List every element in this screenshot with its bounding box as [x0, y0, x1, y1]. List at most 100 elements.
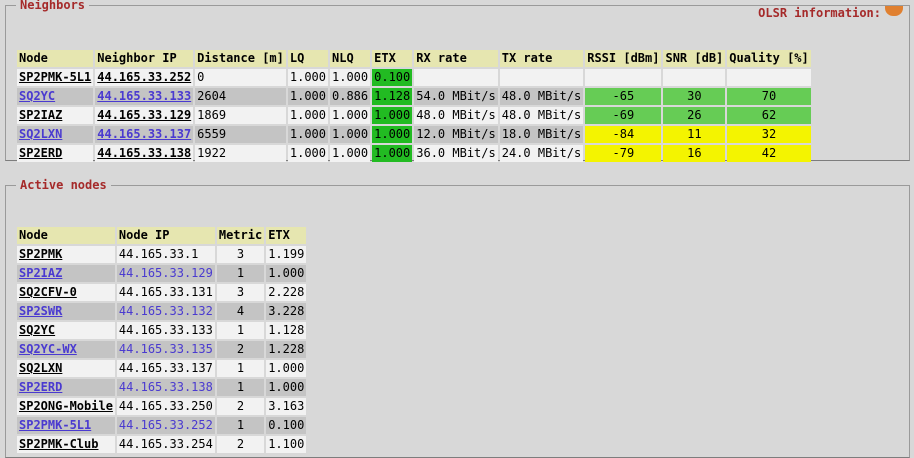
- neighbor-tx-rate: 18.0 MBit/s: [499, 126, 584, 143]
- neighbor-ip-cell: 44.165.33.138: [95, 145, 194, 162]
- neighbors-legend: Neighbors: [20, 0, 86, 12]
- active-node-etx: 1.228: [266, 341, 307, 358]
- active-node-link[interactable]: SP2ERD: [19, 380, 62, 394]
- active-nodes-header-row: Node Node IP Metric ETX: [17, 227, 307, 244]
- neighbor-distance: 1922: [195, 145, 286, 162]
- neighbor-node-link[interactable]: SQ2YC: [19, 89, 55, 103]
- active-node-cell: SP2PMK-5L1: [17, 417, 115, 434]
- neighbor-node-link[interactable]: SP2IAZ: [19, 108, 62, 122]
- neighbor-ip-link[interactable]: 44.165.33.137: [97, 127, 191, 141]
- active-node-metric: 2: [216, 398, 265, 415]
- active-node-row: SP2SWR 44.165.33.132 4 3.228: [17, 303, 307, 320]
- neighbor-rx-rate: [414, 69, 498, 86]
- active-node-link[interactable]: SQ2CFV-0: [19, 285, 77, 299]
- neighbor-lq: 1.000: [287, 88, 328, 105]
- neighbor-ip-cell: 44.165.33.133: [95, 88, 194, 105]
- neighbor-tx-rate: 48.0 MBit/s: [499, 88, 584, 105]
- neighbors-column-header: Node: [17, 50, 94, 67]
- neighbor-node-link[interactable]: SP2PMK-5L1: [19, 70, 91, 84]
- active-node-row: SP2IAZ 44.165.33.129 1 1.000: [17, 265, 307, 282]
- active-node-link[interactable]: SQ2YC-WX: [19, 342, 77, 356]
- active-node-metric: 1: [216, 360, 265, 377]
- neighbors-table: Node Neighbor IP Distance [m] LQ NLQ ETX RX ra…: [15, 48, 813, 164]
- neighbors-column-header: ETX: [372, 50, 413, 67]
- neighbor-node-cell: SP2PMK-5L1: [17, 69, 94, 86]
- neighbor-nlq: 1.000: [330, 69, 371, 86]
- neighbor-distance: 6559: [195, 126, 286, 143]
- active-node-row: SQ2YC-WX 44.165.33.135 2 1.228: [17, 341, 307, 358]
- neighbor-rssi: [585, 69, 662, 86]
- active-node-link[interactable]: SP2ONG-Mobile: [19, 399, 113, 413]
- neighbor-ip-link[interactable]: 44.165.33.129: [97, 108, 191, 122]
- neighbor-ip-link[interactable]: 44.165.33.138: [97, 146, 191, 160]
- active-node-ip: 44.165.33.250: [116, 398, 215, 415]
- neighbor-snr: [663, 69, 726, 86]
- active-node-metric: 2: [216, 341, 265, 358]
- active-node-cell: SP2SWR: [17, 303, 115, 320]
- neighbor-quality: 42: [727, 145, 811, 162]
- active-node-metric: 1: [216, 417, 265, 434]
- active-nodes-legend: Active nodes: [20, 178, 107, 192]
- active-node-row: SP2ERD 44.165.33.138 1 1.000: [17, 379, 307, 396]
- neighbors-column-header: LQ: [287, 50, 328, 67]
- active-node-etx: 1.100: [266, 436, 307, 453]
- neighbors-column-header: NLQ: [330, 50, 371, 67]
- neighbor-lq: 1.000: [287, 145, 328, 162]
- neighbor-snr: 16: [663, 145, 726, 162]
- active-node-cell: SP2ONG-Mobile: [17, 398, 115, 415]
- active-node-ip: 44.165.33.129: [116, 265, 215, 282]
- active-node-metric: 3: [216, 284, 265, 301]
- active-node-link[interactable]: SQ2LXN: [19, 361, 62, 375]
- active-node-link[interactable]: SP2PMK-Club: [19, 437, 98, 451]
- active-node-row: SP2PMK 44.165.33.1 3 1.199: [17, 246, 307, 263]
- active-node-cell: SQ2YC: [17, 322, 115, 339]
- active-node-cell: SQ2LXN: [17, 360, 115, 377]
- neighbor-ip-cell: 44.165.33.129: [95, 107, 194, 124]
- neighbor-row: SP2ERD 44.165.33.138 1922 1.000 1.000 1.000 36…: [17, 145, 811, 162]
- neighbor-snr: 26: [663, 107, 726, 124]
- active-node-etx: 1.000: [266, 265, 307, 282]
- active-nodes-table: Node Node IP Metric ETX SP2PMK 44.165.33.1 3 1…: [15, 225, 308, 455]
- neighbor-rssi: -65: [585, 88, 662, 105]
- active-node-link[interactable]: SP2PMK-5L1: [19, 418, 91, 432]
- neighbor-node-link[interactable]: SP2ERD: [19, 146, 62, 160]
- neighbors-column-header: TX rate: [499, 50, 584, 67]
- neighbor-node-cell: SQ2YC: [17, 88, 94, 105]
- active-node-link[interactable]: SP2IAZ: [19, 266, 62, 280]
- neighbor-etx: 1.128: [372, 88, 413, 105]
- active-node-etx: 1.199: [266, 246, 307, 263]
- active-node-metric: 4: [216, 303, 265, 320]
- neighbor-ip-link[interactable]: 44.165.33.252: [97, 70, 191, 84]
- neighbors-column-header: RSSI [dBm]: [585, 50, 662, 67]
- neighbor-lq: 1.000: [287, 69, 328, 86]
- neighbor-quality: 32: [727, 126, 811, 143]
- neighbor-rx-rate: 12.0 MBit/s: [414, 126, 498, 143]
- active-node-etx: 3.163: [266, 398, 307, 415]
- active-node-row: SP2PMK-5L1 44.165.33.252 1 0.100: [17, 417, 307, 434]
- neighbors-column-header: Distance [m]: [195, 50, 286, 67]
- neighbor-ip-link[interactable]: 44.165.33.133: [97, 89, 191, 103]
- neighbor-distance: 0: [195, 69, 286, 86]
- active-node-row: SQ2LXN 44.165.33.137 1 1.000: [17, 360, 307, 377]
- active-node-link[interactable]: SQ2YC: [19, 323, 55, 337]
- active-nodes-column-header: Node IP: [116, 227, 215, 244]
- neighbor-etx: 1.000: [372, 145, 413, 162]
- active-node-ip: 44.165.33.137: [116, 360, 215, 377]
- neighbor-node-cell: SQ2LXN: [17, 126, 94, 143]
- active-node-cell: SQ2CFV-0: [17, 284, 115, 301]
- active-node-row: SQ2YC 44.165.33.133 1 1.128: [17, 322, 307, 339]
- active-node-link[interactable]: SP2SWR: [19, 304, 62, 318]
- neighbor-rssi: -84: [585, 126, 662, 143]
- active-node-ip: 44.165.33.252: [116, 417, 215, 434]
- active-node-link[interactable]: SP2PMK: [19, 247, 62, 261]
- neighbor-row: SQ2LXN 44.165.33.137 6559 1.000 1.000 1.000 12…: [17, 126, 811, 143]
- neighbor-lq: 1.000: [287, 107, 328, 124]
- neighbor-tx-rate: [499, 69, 584, 86]
- active-node-row: SP2PMK-Club 44.165.33.254 2 1.100: [17, 436, 307, 453]
- neighbor-rx-rate: 48.0 MBit/s: [414, 107, 498, 124]
- neighbor-row: SP2PMK-5L1 44.165.33.252 0 1.000 1.000 0.100: [17, 69, 811, 86]
- neighbor-node-link[interactable]: SQ2LXN: [19, 127, 62, 141]
- active-node-cell: SQ2YC-WX: [17, 341, 115, 358]
- active-nodes-column-header: ETX: [266, 227, 307, 244]
- olsr-information-link[interactable]: OLSR information:: [758, 6, 881, 20]
